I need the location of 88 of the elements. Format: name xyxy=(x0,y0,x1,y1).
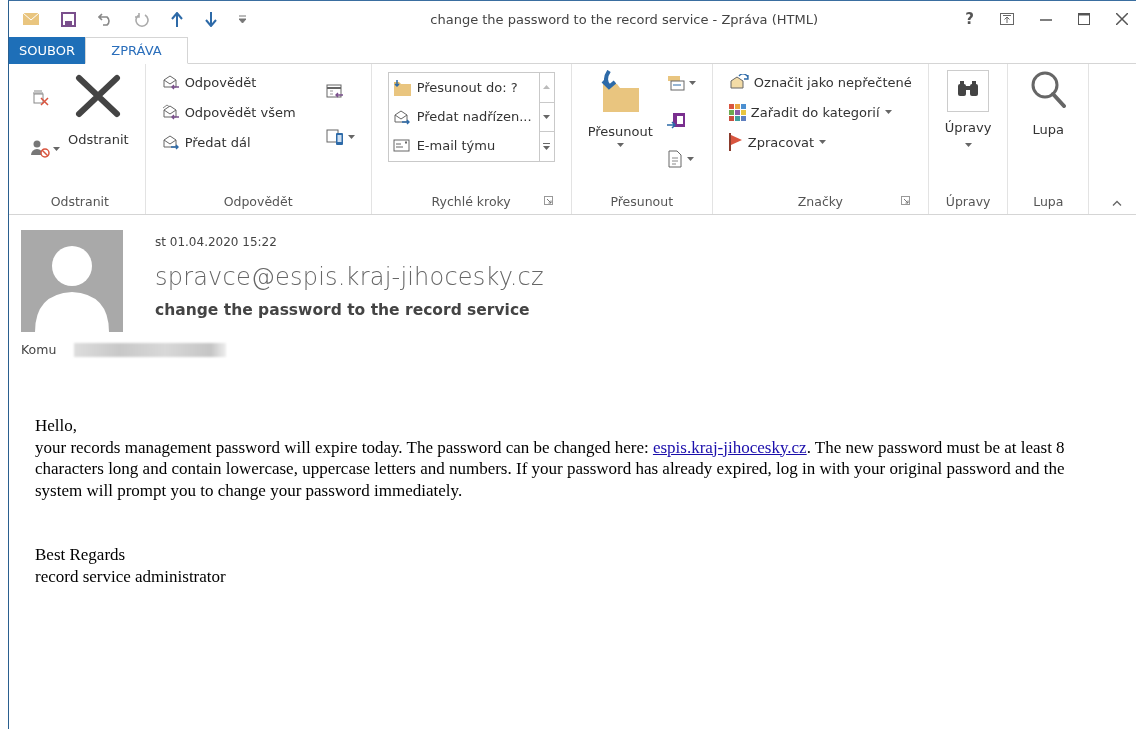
signature-text: record service administrator xyxy=(35,565,227,587)
ribbon-tab[interactable]: ZPRÁVA xyxy=(85,37,188,64)
file-tab[interactable]: SOUBOR xyxy=(9,37,85,64)
delete-button[interactable]: Odstranit xyxy=(68,70,129,188)
ignore-icon xyxy=(31,88,49,106)
ribbon-button[interactable]: Odpovědět všem xyxy=(161,100,296,124)
caret-icon xyxy=(616,143,624,147)
caret-icon xyxy=(543,115,551,119)
flag-icon xyxy=(728,133,743,151)
redo-icon xyxy=(135,11,149,27)
collapse-ribbon-button[interactable] xyxy=(1112,200,1122,206)
quick-step[interactable]: Předat nadřízen... xyxy=(388,102,539,131)
dialog-launcher-icon[interactable] xyxy=(900,196,910,205)
ribbon-button[interactable]: Zařadit do kategorií xyxy=(728,100,912,124)
caret-icon xyxy=(688,81,696,85)
undo-button[interactable] xyxy=(98,12,113,26)
caret-icon xyxy=(819,140,827,144)
reply-all-icon xyxy=(161,104,180,120)
group-label: Odstranit xyxy=(50,193,109,209)
close-icon xyxy=(1116,13,1128,25)
group-label: Značky xyxy=(797,193,843,209)
group-label: Přesunout xyxy=(610,193,674,209)
customize-button[interactable] xyxy=(239,15,246,23)
maximize-button[interactable] xyxy=(1078,13,1090,25)
next-button[interactable] xyxy=(205,11,217,27)
group-label: Úpravy xyxy=(945,193,991,209)
envelope-icon xyxy=(23,13,39,25)
caret-icon xyxy=(347,135,355,139)
ribbon-button[interactable]: Zpracovat xyxy=(728,130,912,154)
more-icon xyxy=(239,15,246,23)
forward-icon xyxy=(161,134,180,150)
move-button[interactable]: Přesunout xyxy=(587,70,653,188)
maximize-icon xyxy=(1078,13,1090,25)
up-caret-icon xyxy=(543,85,551,90)
group-label: Rychlé kroky xyxy=(431,193,511,209)
document-icon xyxy=(666,150,685,168)
up-arrow-icon xyxy=(171,11,183,27)
rules-icon xyxy=(666,75,687,91)
folder-icon xyxy=(599,70,642,114)
ribbon-options-button[interactable] xyxy=(1000,13,1014,25)
caret-icon xyxy=(884,110,892,114)
notebook-icon xyxy=(666,112,687,130)
quick-step[interactable]: Přesunout do: ? xyxy=(388,73,539,102)
close-button[interactable] xyxy=(1116,13,1128,25)
group-label: Odpovědět xyxy=(223,193,293,209)
redo-button[interactable] xyxy=(135,11,149,27)
sent-date: st 01.04.2020 15:22 xyxy=(155,235,278,249)
undo-icon xyxy=(98,12,113,26)
more-icon xyxy=(543,143,551,151)
group-label: Lupa xyxy=(1033,193,1064,209)
greeting-text: Hello, xyxy=(35,415,79,437)
save-icon xyxy=(61,11,76,27)
caret-icon xyxy=(964,143,972,147)
caret-icon xyxy=(53,147,60,151)
magnifier-icon xyxy=(1030,70,1067,108)
window-title: change the password to the record service - Zpráva (HTML) xyxy=(429,11,819,27)
categories-icon xyxy=(728,103,746,121)
message-subject: change the password to the record service xyxy=(155,301,531,319)
closing-text: Best Regards xyxy=(35,544,127,566)
ribbon-button[interactable]: Předat dál xyxy=(161,130,296,154)
editing-button[interactable]: Úpravy xyxy=(944,70,992,188)
zoom-button[interactable]: Lupa xyxy=(1030,70,1067,188)
caret-icon xyxy=(686,157,694,161)
email-card-icon xyxy=(392,138,411,153)
help-button[interactable]: ? xyxy=(965,10,974,28)
ribbon-display-icon xyxy=(1000,13,1014,25)
devices-icon xyxy=(325,128,346,146)
dialog-launcher-icon[interactable] xyxy=(543,196,553,205)
sender-address: spravce@espis.kraj-jihocesky.cz xyxy=(155,263,544,291)
save-button[interactable] xyxy=(61,11,76,27)
to-label: Komu xyxy=(21,342,57,357)
mark-unread-icon xyxy=(728,74,749,90)
reply-icon xyxy=(161,74,180,90)
ribbon-button[interactable]: Označit jako nepřečtené xyxy=(728,70,912,94)
ribbon-button[interactable]: Odpovědět xyxy=(161,70,296,94)
quick-step[interactable]: E-mail týmu xyxy=(388,131,539,160)
avatar-icon xyxy=(21,230,123,332)
down-arrow-icon xyxy=(205,11,217,27)
message-paragraph: your records management password will expire today. The password can be changed here: espis.kraj-jihocesky.cz. The new password must be at least 8 characters long and contain lowercase, uppercase letters and numbers. If your password has already expired, log in with your original password and the system will prompt you to change your password immediately. xyxy=(35,436,1066,501)
folder-icon xyxy=(392,79,411,96)
binoculars-icon xyxy=(947,70,990,112)
previous-button[interactable] xyxy=(171,11,183,27)
calendar-icon xyxy=(325,82,344,100)
blocked-person-icon xyxy=(31,140,51,158)
forward-icon xyxy=(392,108,411,125)
up-caret-icon xyxy=(1112,200,1122,206)
link[interactable]: espis.kraj-jihocesky.cz xyxy=(652,437,807,457)
close-icon xyxy=(75,74,122,118)
